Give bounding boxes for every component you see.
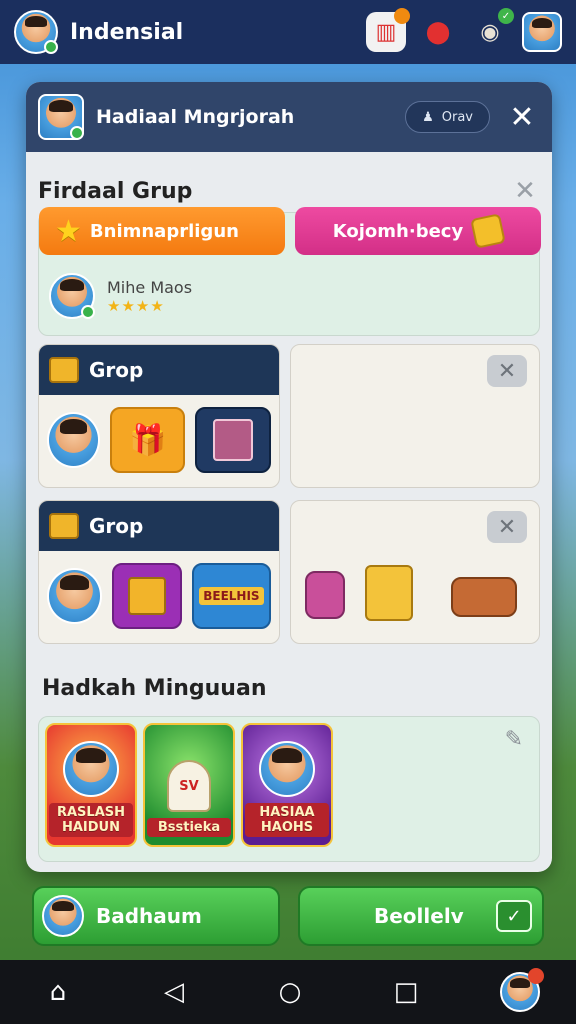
profile-avatar[interactable] (14, 10, 58, 54)
empty-slot-1: ✕ (290, 344, 540, 488)
friend-avatar[interactable] (522, 12, 562, 52)
reward-slot-2: ✕ (290, 500, 540, 644)
star-icon: ★ (55, 213, 82, 249)
system-nav-bar: ⌂ ◁ ○ □ (0, 960, 576, 1024)
right-action-button[interactable]: Beollelv ✓ (298, 886, 544, 946)
back-icon[interactable]: ◁ (152, 970, 196, 1014)
chef-icon[interactable]: ⬤ (418, 12, 458, 52)
treasure-box-icon (49, 357, 79, 383)
member-avatar (49, 273, 95, 319)
close-icon[interactable]: ✕ (504, 99, 540, 135)
scroll-icon: SV (167, 760, 211, 812)
member-row[interactable]: Mihe Maos ★★★★ (49, 273, 192, 319)
minguuan-section: Hadkah Minguuan RASLASH HAIDUN SV Bsstie… (38, 666, 540, 866)
group-member-avatar (47, 568, 103, 624)
circle-home-icon[interactable]: ○ (268, 970, 312, 1014)
grup-title: Firdaal Grup (38, 178, 193, 204)
bread-icon[interactable] (451, 577, 517, 617)
poster-avatar (259, 741, 315, 797)
verified-icon (70, 126, 84, 140)
dialog-header: Hadiaal Mngrjorah ♟ Orav ✕ (26, 82, 552, 152)
poster-card-3[interactable]: HASIAA HAOHS (241, 723, 333, 847)
app-title: Indensial (70, 19, 184, 45)
user-icon: ♟ (422, 109, 434, 125)
poster-card-2[interactable]: SV Bsstieka (143, 723, 235, 847)
member-name: Mihe Maos (107, 277, 193, 297)
grup-card: ★ Bnimnaprligun Kojomh·becy Mihe Maos ★★… (38, 207, 541, 336)
dialog-title: Hadiaal Mngrjorah (96, 106, 295, 128)
potion-jar-icon[interactable] (305, 571, 345, 619)
home-icon[interactable]: ⌂ (36, 970, 80, 1014)
group-card-1[interactable]: Grop 🎁 (38, 344, 280, 488)
group-member-avatar (47, 412, 100, 468)
check-badge: ✓ (498, 8, 514, 24)
pencil-icon[interactable]: ✎ (505, 727, 523, 752)
dialog-avatar (38, 94, 84, 140)
online-status-icon (44, 40, 58, 54)
poster-avatar (63, 741, 119, 797)
member-status-icon (81, 305, 95, 319)
user-pill-button[interactable]: ♟ Orav (405, 101, 490, 133)
tab-left-button[interactable]: ★ Bnimnaprligun (39, 207, 285, 255)
ticket-icon[interactable] (365, 565, 413, 621)
gift-box-icon[interactable]: 🎁 (109, 407, 186, 473)
gold-coin-icon (470, 213, 507, 249)
recents-icon[interactable]: □ (384, 970, 428, 1014)
left-action-button[interactable]: Badhaum (32, 886, 280, 946)
minguuan-card: RASLASH HAIDUN SV Bsstieka HASIAA HAOHS … (38, 716, 540, 862)
poster-card-1[interactable]: RASLASH HAIDUN (45, 723, 137, 847)
gift-crate-icon[interactable]: BEELHIS (191, 563, 271, 629)
nav-avatar[interactable] (500, 968, 544, 1012)
check-icon: ✓ (496, 900, 532, 932)
nav-badge (528, 968, 544, 984)
member-stars: ★★★★ (107, 296, 165, 315)
treasure-box-icon (49, 513, 79, 539)
grup-section: Firdaal Grup ✕ ★ Bnimnaprligun Kojomh·be… (38, 174, 541, 342)
button-avatar (42, 895, 84, 937)
card-reward-icon[interactable] (195, 407, 271, 473)
shop-icon[interactable]: ▥ (366, 8, 410, 52)
rewards-dialog: Hadiaal Mngrjorah ♟ Orav ✕ Firdaal Grup … (26, 82, 552, 872)
group-card-2[interactable]: Grop BEELHIS (38, 500, 280, 644)
slot-1-close-icon[interactable]: ✕ (487, 355, 527, 387)
slot-2-close-icon[interactable]: ✕ (487, 511, 527, 543)
grup-close-icon[interactable]: ✕ (510, 176, 540, 206)
minguuan-title: Hadkah Minguuan (42, 676, 267, 701)
top-bar: Indensial ▥ ⬤ ◉ ✓ (0, 0, 576, 64)
tab-right-button[interactable]: Kojomh·becy (295, 207, 541, 255)
chest-icon[interactable] (112, 563, 182, 629)
notification-badge (394, 8, 410, 24)
bag-icon[interactable]: ◉ ✓ (470, 8, 514, 52)
